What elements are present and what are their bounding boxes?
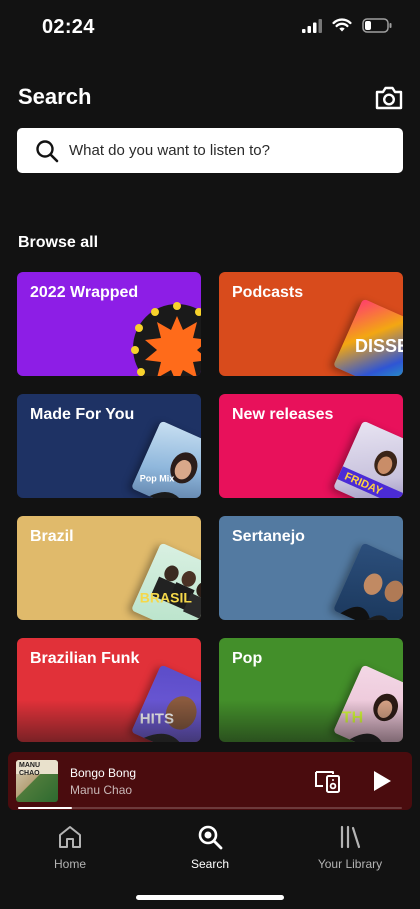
podcast-cover-art: DISSEC <box>333 298 403 376</box>
nav-search-label: Search <box>190 857 230 871</box>
category-tile-made-for-you[interactable]: Made For You Pop Mix <box>17 394 201 498</box>
category-tile-pop[interactable]: Pop TH <box>219 638 403 742</box>
search-input[interactable] <box>69 142 369 159</box>
playback-progress-fill <box>18 807 72 809</box>
play-button[interactable] <box>370 768 394 794</box>
now-playing-cover: MANU CHAO <box>16 760 58 802</box>
art-label: BRASIL <box>139 589 192 606</box>
nav-library[interactable]: Your Library <box>300 824 400 871</box>
category-tile-podcasts[interactable]: Podcasts DISSEC <box>219 272 403 376</box>
play-icon <box>374 771 391 791</box>
svg-text:DISSEC: DISSEC <box>355 336 403 356</box>
connect-devices-button[interactable] <box>314 768 342 794</box>
home-icon <box>59 826 81 848</box>
nav-search[interactable]: Search <box>160 824 260 871</box>
nav-home[interactable]: Home <box>20 824 120 871</box>
category-label: Pop <box>232 650 263 667</box>
category-tile-2022-wrapped[interactable]: 2022 Wrapped <box>17 272 201 376</box>
search-icon <box>198 825 223 850</box>
svg-text:FRIDAY: FRIDAY <box>343 471 385 498</box>
playback-progress[interactable] <box>18 807 402 809</box>
category-grid: 2022 Wrapped Podcasts DISSEC Made For Yo… <box>17 272 403 742</box>
status-bar: 02:24 <box>0 0 420 56</box>
page-title: Search <box>18 84 92 109</box>
category-label: New releases <box>232 406 334 423</box>
now-playing-title: Bongo Bong <box>70 766 137 780</box>
category-tile-new-releases[interactable]: New releases FRIDAY <box>219 394 403 498</box>
category-label: Brazil <box>30 528 74 545</box>
category-label: Podcasts <box>232 284 304 301</box>
sertanejo-cover-art <box>333 542 403 620</box>
art-label: HITS <box>139 710 174 728</box>
category-label: Brazilian Funk <box>30 650 140 667</box>
category-label: Made For You <box>30 406 135 423</box>
new-music-friday-cover-art: FRIDAY <box>333 420 403 498</box>
pop-cover-art: TH <box>333 664 403 742</box>
status-icons <box>302 18 392 33</box>
cover-text: MANU CHAO <box>19 762 40 777</box>
category-label: Sertanejo <box>232 528 305 545</box>
wrapped-sun-art <box>131 302 201 376</box>
nav-home-label: Home <box>53 857 86 871</box>
status-time: 02:24 <box>42 16 95 38</box>
wifi-icon <box>332 18 352 32</box>
art-label: TH <box>341 709 364 727</box>
category-tile-brazilian-funk[interactable]: Brazilian Funk HITS <box>17 638 201 742</box>
browse-all-heading: Browse all <box>18 234 99 251</box>
category-label: 2022 Wrapped <box>30 284 139 301</box>
search-box[interactable] <box>17 128 403 173</box>
library-icon <box>340 825 361 849</box>
devices-icon <box>315 771 340 793</box>
category-tile-sertanejo[interactable]: Sertanejo <box>219 516 403 620</box>
pop-mix-cover-art: Pop Mix <box>131 420 201 498</box>
category-tile-brazil[interactable]: Brazil BRASIL <box>17 516 201 620</box>
cellular-signal-icon <box>302 18 322 33</box>
top-brasil-cover-art: BRASIL <box>131 542 201 620</box>
home-indicator <box>136 895 284 900</box>
camera-icon <box>375 86 403 110</box>
battery-icon <box>362 18 392 33</box>
mini-player[interactable]: MANU CHAO Bongo Bong Manu Chao <box>8 752 412 810</box>
camera-button[interactable] <box>374 84 404 112</box>
search-icon <box>36 139 59 162</box>
now-playing-artist: Manu Chao <box>70 783 133 797</box>
art-label: Pop Mix <box>139 473 175 484</box>
nav-library-label: Your Library <box>317 857 383 871</box>
funk-hits-cover-art: HITS <box>131 664 201 742</box>
